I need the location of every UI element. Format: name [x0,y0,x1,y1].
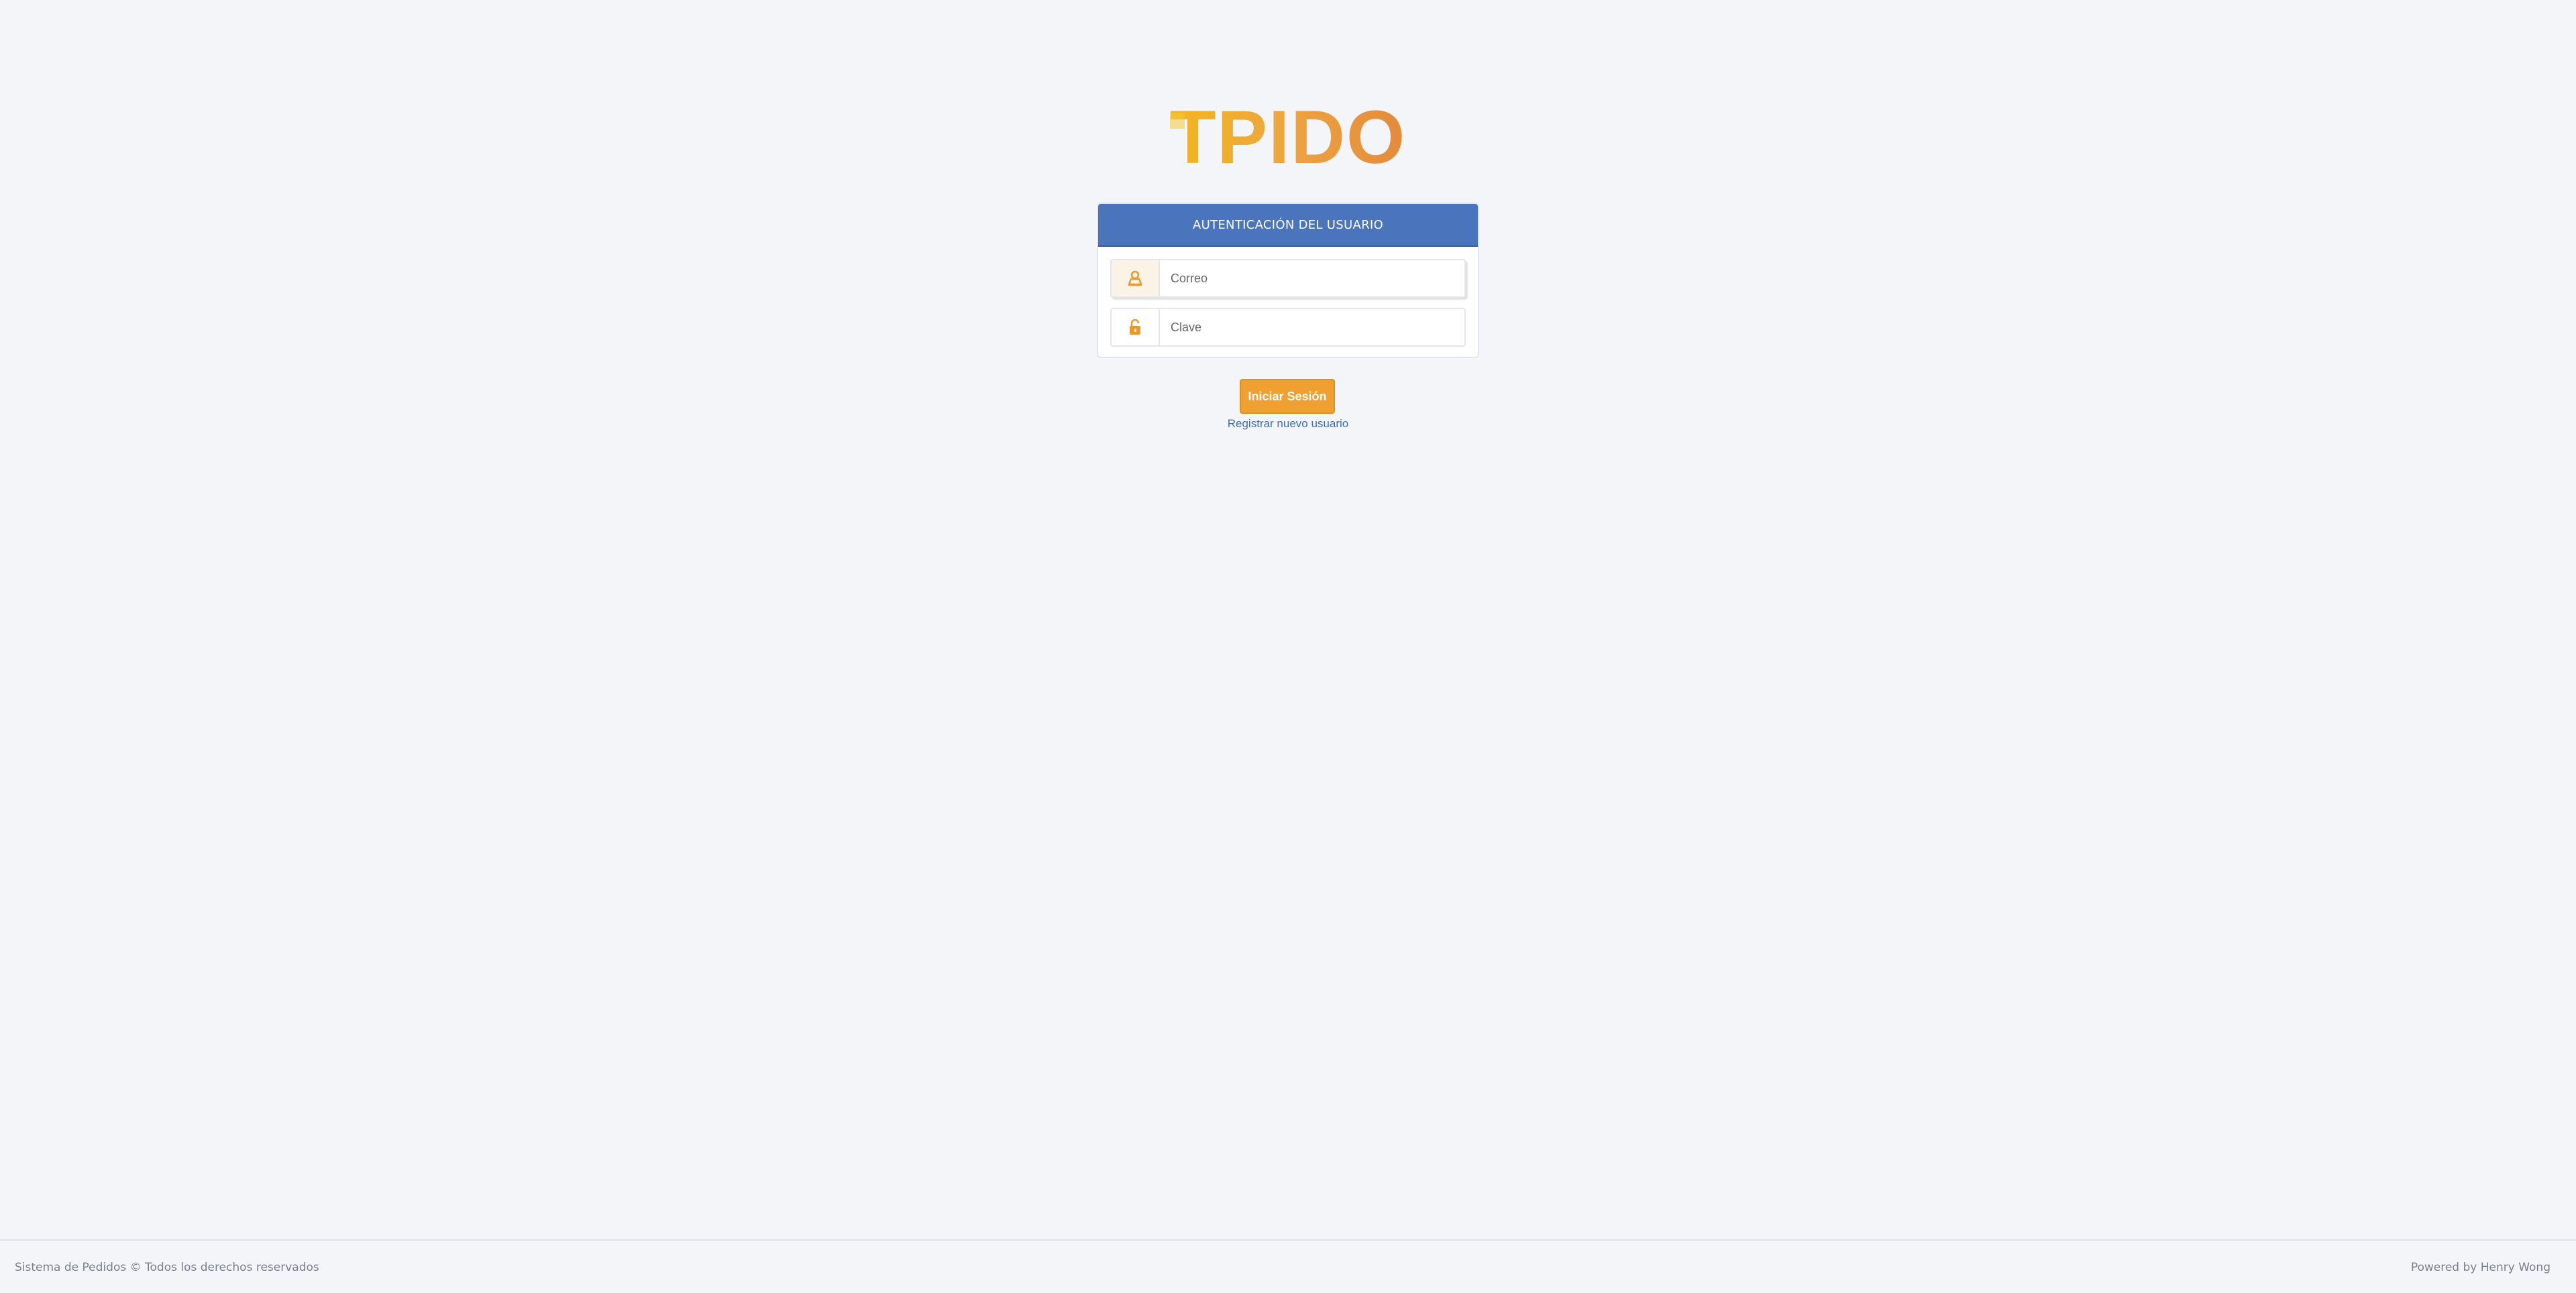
panel-title: AUTENTICACIÓN DEL USUARIO [1098,204,1478,247]
login-panel: AUTENTICACIÓN DEL USUARIO [1097,203,1479,358]
tpido-logo: TPIDO [1161,99,1415,173]
password-input[interactable] [1160,309,1464,345]
password-field-group [1110,308,1466,347]
user-icon [1112,260,1160,296]
email-input[interactable] [1160,260,1464,296]
svg-text:TPIDO: TPIDO [1170,99,1406,173]
unlock-icon [1112,309,1160,345]
email-field-group [1110,259,1466,298]
logo-graphic: TPIDO [1170,99,1406,173]
footer-credit: Powered by Henry Wong [2410,1261,2551,1274]
footer-copyright: Sistema de Pedidos © Todos los derechos … [15,1261,319,1274]
login-page: TPIDO AUTENTICACIÓN DEL USUARIO Correo I… [0,0,2576,1293]
login-button[interactable]: Iniciar Sesión [1240,379,1335,414]
register-link[interactable]: Registrar nuevo usuario [1154,416,1422,432]
footer: Sistema de Pedidos © Todos los derechos … [0,1239,2576,1293]
